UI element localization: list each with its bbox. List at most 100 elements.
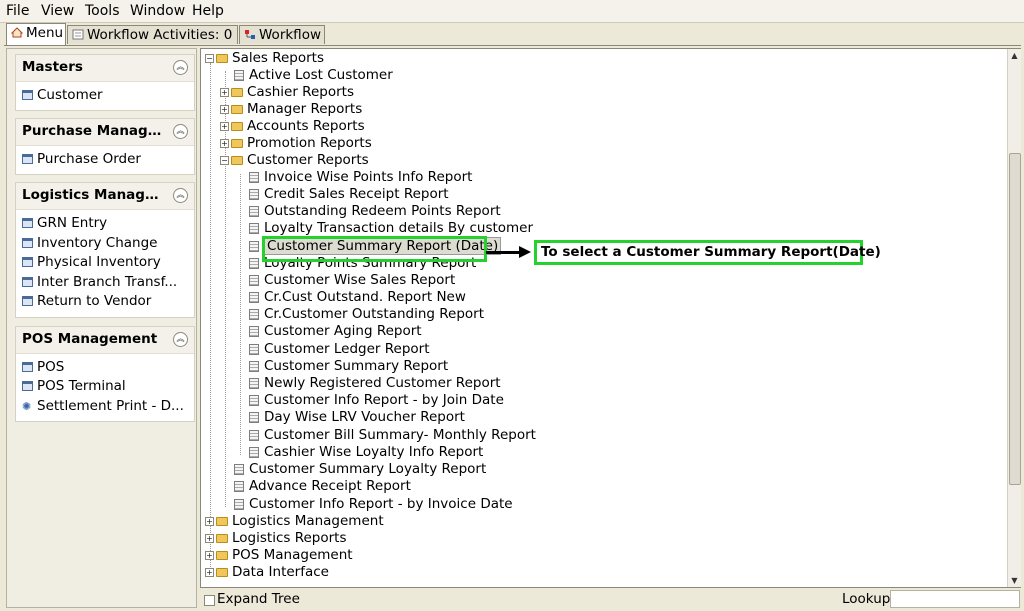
tree-node-label: Customer Info Report - by Invoice Date [249,496,513,512]
tree-node-customer-reports[interactable]: − Customer Reports [220,152,369,169]
tree-leaf-report[interactable]: Invoice Wise Points Info Report [249,169,472,186]
tree-leaf-report[interactable]: Customer Summary Report [249,358,448,375]
scroll-down-icon[interactable]: ▼ [1008,574,1021,587]
tree-node-logistics-reports[interactable]: + Logistics Reports [205,530,346,547]
tree-node-logistics-management[interactable]: + Logistics Management [205,513,384,530]
tree-node-label: Day Wise LRV Voucher Report [264,409,465,425]
tree-node-label: Accounts Reports [247,118,365,134]
collapse-chevron-icon[interactable]: ︽ [173,60,188,75]
sidebar-item-return-to-vendor[interactable]: Return to Vendor [22,293,151,311]
sidebar-item-label: POS Terminal [37,378,126,394]
report-icon [249,412,259,423]
tree-leaf-report[interactable]: Day Wise LRV Voucher Report [249,409,465,426]
tab-workflow-label: Workflow [259,27,321,43]
tree-leaf-report[interactable]: Customer Aging Report [249,323,422,340]
collapse-toggle-icon[interactable]: − [205,54,214,63]
sidebar-item-inter-branch-transfer[interactable]: Inter Branch Transf... [22,274,177,292]
tree-leaf-report[interactable]: Newly Registered Customer Report [249,375,501,392]
tree-node-pos-management[interactable]: + POS Management [205,547,353,564]
sidebar-section-logistics: Logistics Managem... ︽ GRN Entry Invento… [15,182,195,318]
tab-workflow-activities[interactable]: Workflow Activities: 0 [67,25,238,44]
report-icon [249,430,259,441]
expand-toggle-icon[interactable]: + [205,517,214,526]
lookup-input[interactable] [890,590,1020,608]
menu-window[interactable]: Window [130,3,185,19]
menu-help[interactable]: Help [192,3,224,19]
collapse-chevron-icon[interactable]: ︽ [173,188,188,203]
expand-tree-checkbox[interactable] [204,595,215,606]
sidebar-item-physical-inventory[interactable]: Physical Inventory [22,254,161,272]
arrow-head-icon [519,246,531,258]
menu-file[interactable]: File [6,3,29,19]
tree-scrollbar[interactable]: ▲ ▼ [1007,49,1021,587]
collapse-chevron-icon[interactable]: ︽ [173,332,188,347]
sidebar-item-pos[interactable]: POS [22,359,64,377]
tree-node-label: Cr.Cust Outstand. Report New [264,289,466,305]
highlight-box [262,236,487,262]
expand-toggle-icon[interactable]: + [220,122,229,131]
tree-leaf-report[interactable]: Customer Ledger Report [249,341,430,358]
expand-toggle-icon[interactable]: + [205,534,214,543]
sidebar-item-customer[interactable]: Customer [22,87,103,105]
report-icon [249,326,259,337]
tree-node-label: Invoice Wise Points Info Report [264,169,473,185]
sidebar-item-label: Return to Vendor [37,293,152,309]
tab-menu[interactable]: Menu [6,23,66,45]
tree-node-accounts-reports[interactable]: + Accounts Reports [220,118,365,135]
sidebar-item-grn-entry[interactable]: GRN Entry [22,215,107,233]
sidebar-item-settlement-print[interactable]: ✺ Settlement Print - D... [22,398,184,416]
tree-leaf-report[interactable]: Customer Info Report - by Join Date [249,392,504,409]
expand-toggle-icon[interactable]: + [205,551,214,560]
expand-toggle-icon[interactable]: + [205,568,214,577]
tree-node-promotion-reports[interactable]: + Promotion Reports [220,135,372,152]
form-icon [22,90,33,100]
expand-toggle-icon[interactable]: + [220,88,229,97]
report-icon [249,241,259,252]
tree-leaf-report[interactable]: Loyalty Transaction details By customer [249,220,533,237]
tab-workflow[interactable]: Workflow [239,25,325,44]
section-header[interactable]: Purchase Manage... ︽ [16,119,194,146]
collapse-toggle-icon[interactable]: − [220,156,229,165]
sidebar-section-purchase: Purchase Manage... ︽ Purchase Order [15,118,195,175]
tree-leaf-report[interactable]: Cr.Customer Outstanding Report [249,306,484,323]
section-header[interactable]: POS Management ︽ [16,327,194,354]
tree-node-label: Credit Sales Receipt Report [264,186,449,202]
tree-leaf-report[interactable]: Customer Wise Sales Report [249,272,455,289]
tree-leaf-report[interactable]: Credit Sales Receipt Report [249,186,449,203]
collapse-chevron-icon[interactable]: ︽ [173,124,188,139]
sidebar-item-pos-terminal[interactable]: POS Terminal [22,378,126,396]
tree-leaf-customer-summary-loyalty[interactable]: Customer Summary Loyalty Report [234,461,486,478]
menu-tools[interactable]: Tools [85,3,120,19]
menu-view[interactable]: View [41,3,74,19]
expand-toggle-icon[interactable]: + [220,139,229,148]
folder-icon [216,568,228,577]
tree-leaf-active-lost-customer[interactable]: Active Lost Customer [234,67,393,84]
tree-leaf-report[interactable]: Cr.Cust Outstand. Report New [249,289,466,306]
sidebar-item-inventory-change[interactable]: Inventory Change [22,235,157,253]
sidebar: Masters ︽ Customer Purchase Manage... ︽ … [6,48,197,608]
form-icon [22,362,33,372]
form-icon [72,27,84,40]
section-header[interactable]: Logistics Managem... ︽ [16,183,194,210]
tree-node-sales-reports[interactable]: − Sales Reports [205,50,324,67]
tree-node-label: Customer Wise Sales Report [264,272,456,288]
form-icon [22,277,33,287]
sidebar-item-label: Purchase Order [37,151,141,167]
scroll-thumb[interactable] [1009,153,1021,485]
tree-leaf-customer-info-invoice-date[interactable]: Customer Info Report - by Invoice Date [234,496,513,513]
tree-node-label: POS Management [232,547,353,563]
expand-toggle-icon[interactable]: + [220,105,229,114]
tree-leaf-report[interactable]: Outstanding Redeem Points Report [249,203,501,220]
tree-node-data-interface[interactable]: + Data Interface [205,564,329,581]
scroll-up-icon[interactable]: ▲ [1008,49,1021,62]
tree-node-manager-reports[interactable]: + Manager Reports [220,101,362,118]
tree-node-cashier-reports[interactable]: + Cashier Reports [220,84,354,101]
sidebar-item-label: Physical Inventory [37,254,161,270]
tree-leaf-report[interactable]: Customer Bill Summary- Monthly Report [249,427,536,444]
tree-leaf-report[interactable]: Cashier Wise Loyalty Info Report [249,444,483,461]
sidebar-item-purchase-order[interactable]: Purchase Order [22,151,141,169]
tree-leaf-advance-receipt[interactable]: Advance Receipt Report [234,478,411,495]
section-header[interactable]: Masters ︽ [16,55,194,82]
expand-tree-label[interactable]: Expand Tree [217,591,300,607]
report-icon [249,361,259,372]
